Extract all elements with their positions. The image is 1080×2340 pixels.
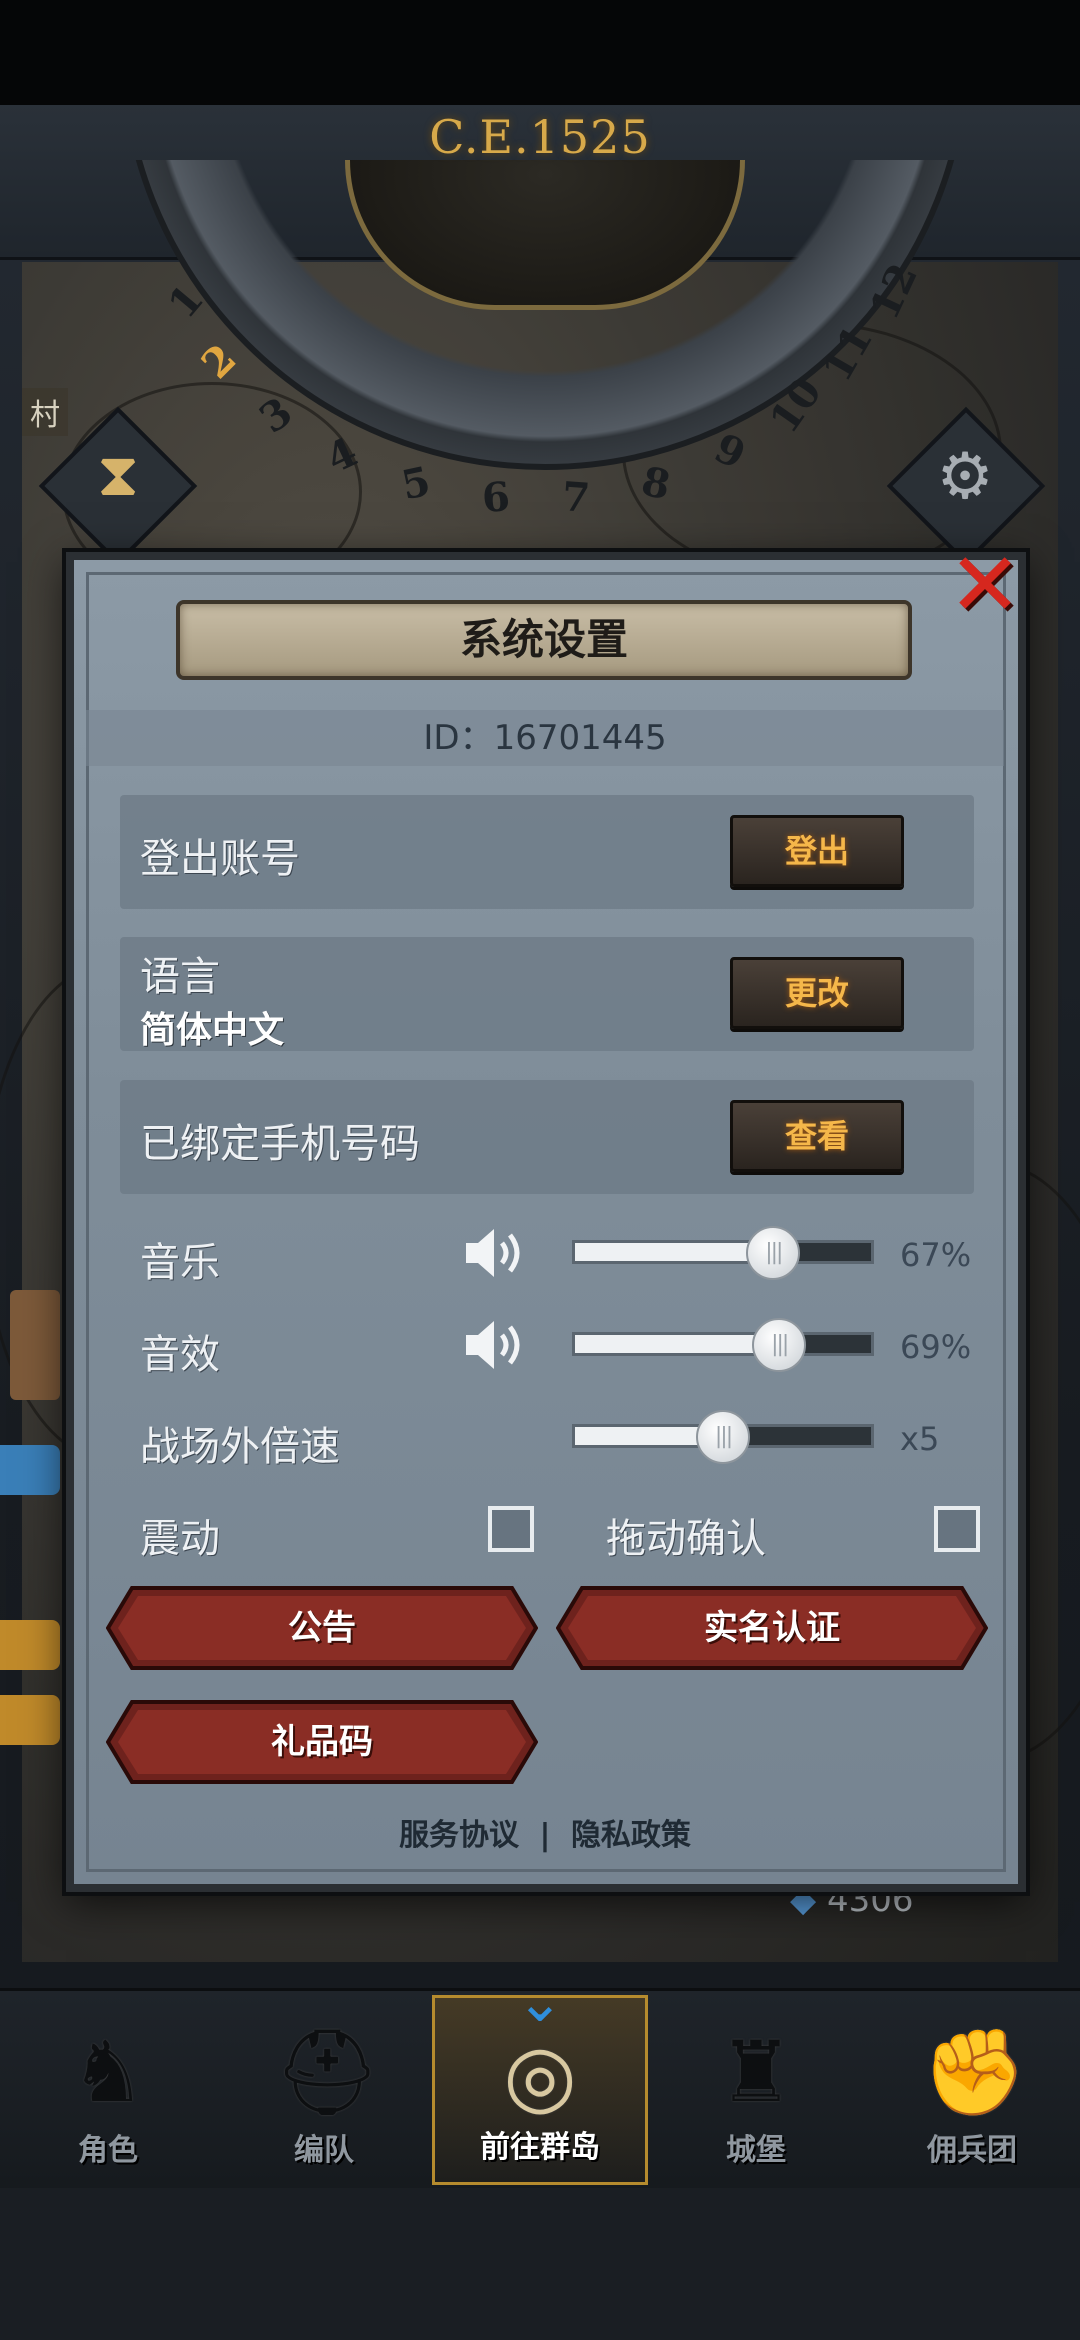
gift-code-button[interactable]: 礼品码 [106,1700,538,1784]
wheel-number: 6 [480,473,512,522]
drag-confirm-label: 拖动确认 [606,1516,766,1562]
privacy-link[interactable]: 隐私政策 [571,1818,691,1853]
sfx-label: 音效 [140,1332,220,1378]
wheel-number: 7 [560,473,592,522]
gear-icon: ⚙ [936,440,994,514]
helmet-icon: ⛑ [274,2023,381,2121]
player-id: ID：16701445 [423,718,667,758]
language-value: 简体中文 [140,1010,285,1051]
music-slider-knob[interactable] [746,1226,801,1280]
speed-slider[interactable] [572,1410,874,1464]
logout-button[interactable]: 登出 [730,815,904,887]
close-button[interactable]: ✕ [944,541,1026,632]
vibration-checkbox[interactable] [488,1506,534,1552]
speaker-icon[interactable] [462,1223,532,1283]
castle-icon: ♜ [718,2023,794,2121]
footer-links: 服务协议 | 隐私政策 [86,1810,1004,1854]
change-language-button[interactable]: 更改 [730,957,904,1029]
close-icon: ✕ [948,533,1022,636]
battle-icon[interactable] [0,1445,60,1495]
dialog-title: 系统设置 [459,615,628,664]
chevron-down-icon: ⌄ [516,1970,564,2035]
speed-label: 战场外倍速 [140,1424,340,1470]
scroll-icon[interactable] [10,1290,60,1400]
sfx-slider-knob[interactable] [752,1318,807,1372]
sfx-value: 69% [900,1328,972,1366]
era-label: C.E.1525 [429,110,651,164]
status-bar [0,0,1080,105]
sfx-slider[interactable] [572,1318,874,1372]
music-value: 67% [900,1236,972,1274]
logout-label: 登出账号 [140,836,300,882]
vibration-label: 震动 [140,1516,220,1562]
notice-button[interactable]: 公告 [106,1586,538,1670]
nav-mercenary[interactable]: ✊ 佣兵团 [864,1995,1080,2185]
map-label: 村 [22,388,68,436]
view-phone-button[interactable]: 查看 [730,1100,904,1172]
globe-icon: ◎ [503,2026,577,2124]
footer-separator: | [539,1818,551,1853]
speed-slider-knob[interactable] [696,1410,750,1464]
realname-verify-button[interactable]: 实名认证 [556,1586,988,1670]
nav-castle[interactable]: ♜ 城堡 [648,1995,864,2185]
drag-confirm-checkbox[interactable] [934,1506,980,1552]
hourglass-icon: ⧗ [96,440,140,510]
phone-label: 已绑定手机号码 [140,1121,420,1167]
quest-icon[interactable] [0,1620,60,1670]
music-slider[interactable] [572,1226,874,1280]
language-label: 语言 [140,954,220,1000]
speed-value: x5 [900,1420,940,1458]
search-icon[interactable] [0,1695,60,1745]
knight-icon: ♞ [70,2023,146,2121]
nav-team[interactable]: ⛑ 编队 [216,1995,432,2185]
music-label: 音乐 [140,1240,220,1286]
fist-icon: ✊ [922,2023,1027,2121]
terms-link[interactable]: 服务协议 [399,1818,519,1853]
bottom-strip [0,2188,1080,2340]
speaker-icon[interactable] [462,1315,532,1375]
nav-character[interactable]: ♞ 角色 [0,1995,216,2185]
